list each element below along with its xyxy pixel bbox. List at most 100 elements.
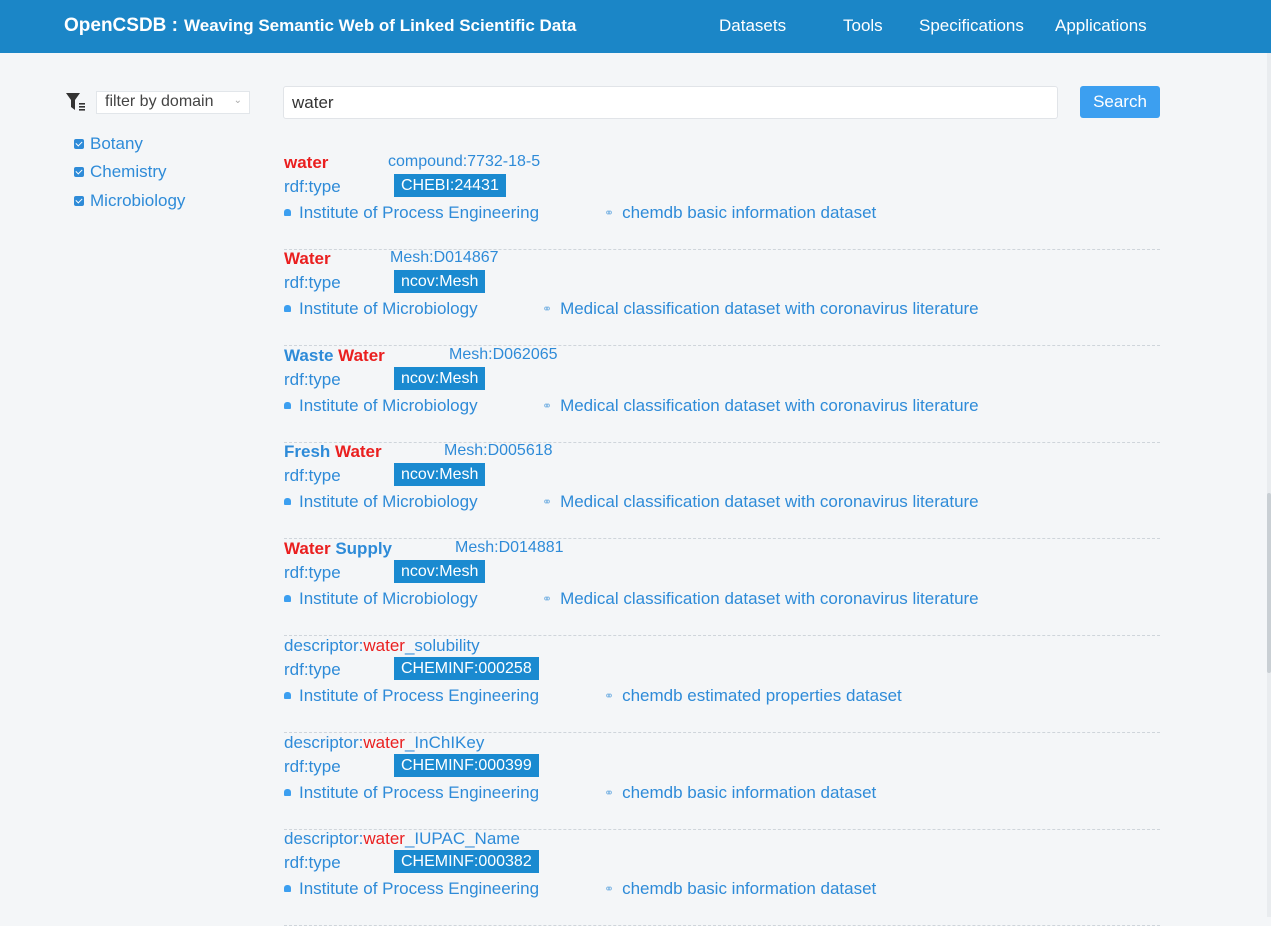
result-dataset-link[interactable]: ⚭ chemdb basic information dataset bbox=[604, 783, 876, 803]
result-title[interactable]: descriptor:water_InChIKey bbox=[284, 733, 484, 753]
search-button[interactable]: Search bbox=[1080, 86, 1160, 118]
institute-label: Institute of Microbiology bbox=[299, 492, 478, 511]
domain-filter-placeholder: filter by domain bbox=[105, 93, 214, 110]
result-id-link[interactable]: Mesh:D014867 bbox=[390, 249, 499, 267]
result-item: water compound:7732-18-5 rdf:type CHEBI:… bbox=[284, 153, 1160, 250]
result-institute-link[interactable]: Institute of Process Engineering bbox=[284, 879, 539, 899]
result-title[interactable]: Water Supply bbox=[284, 539, 392, 559]
nav-applications[interactable]: Applications bbox=[1055, 16, 1147, 36]
site-brand[interactable]: OpenCSDB : Weaving Semantic Web of Linked… bbox=[64, 15, 576, 37]
domain-checkbox-chemistry[interactable]: Chemistry bbox=[74, 162, 167, 182]
institute-icon bbox=[284, 305, 291, 312]
result-type-label: rdf:type bbox=[284, 660, 341, 679]
institute-icon bbox=[284, 885, 291, 892]
result-institute-link[interactable]: Institute of Microbiology bbox=[284, 299, 478, 319]
result-type-badge[interactable]: ncov:Mesh bbox=[394, 560, 486, 583]
nav-tools[interactable]: Tools bbox=[843, 16, 883, 36]
result-institute-link[interactable]: Institute of Microbiology bbox=[284, 396, 478, 416]
title-part: Water bbox=[338, 346, 385, 365]
dataset-label: Medical classification dataset with coro… bbox=[560, 492, 979, 511]
result-title[interactable]: Waste Water bbox=[284, 346, 385, 366]
result-type-badge[interactable]: CHEMINF:000382 bbox=[394, 850, 539, 873]
chevron-down-icon: ⌄ bbox=[233, 95, 242, 106]
result-institute-link[interactable]: Institute of Process Engineering bbox=[284, 203, 539, 223]
institute-label: Institute of Process Engineering bbox=[299, 203, 540, 222]
result-dataset-link[interactable]: ⚭ Medical classification dataset with cor… bbox=[542, 396, 979, 416]
result-id-link[interactable]: Mesh:D014881 bbox=[455, 539, 564, 557]
title-part: water bbox=[284, 153, 329, 172]
domain-filter-select[interactable]: filter by domain ⌄ bbox=[96, 91, 250, 114]
result-dataset-link[interactable]: ⚭ chemdb basic information dataset bbox=[604, 203, 876, 223]
result-dataset-link[interactable]: ⚭ chemdb estimated properties dataset bbox=[604, 686, 902, 706]
title-part: Waste bbox=[284, 346, 339, 365]
institute-icon bbox=[284, 402, 291, 409]
institute-icon bbox=[284, 498, 291, 505]
institute-icon bbox=[284, 595, 291, 602]
result-title[interactable]: Water bbox=[284, 249, 331, 269]
title-part: water bbox=[363, 733, 405, 752]
link-icon: ⚭ bbox=[542, 592, 553, 606]
result-title[interactable]: descriptor:water_solubility bbox=[284, 636, 480, 656]
result-id-link[interactable]: Mesh:D005618 bbox=[444, 442, 553, 460]
dataset-label: Medical classification dataset with coro… bbox=[560, 589, 979, 608]
result-dataset-link[interactable]: ⚭ chemdb basic information dataset bbox=[604, 879, 876, 899]
page-scrollbar[interactable] bbox=[1267, 53, 1271, 917]
link-icon: ⚭ bbox=[604, 689, 615, 703]
result-dataset-link[interactable]: ⚭ Medical classification dataset with cor… bbox=[542, 589, 979, 609]
result-type-badge[interactable]: CHEMINF:000399 bbox=[394, 754, 539, 777]
result-type-label: rdf:type bbox=[284, 273, 341, 292]
result-item: descriptor:water_IUPAC_Name rdf:type CHE… bbox=[284, 829, 1160, 926]
result-item: Water Mesh:D014867 rdf:type ncov:Mesh In… bbox=[284, 249, 1160, 346]
institute-label: Institute of Process Engineering bbox=[299, 879, 540, 898]
domain-checkbox-microbiology[interactable]: Microbiology bbox=[74, 191, 185, 211]
nav-specifications[interactable]: Specifications bbox=[919, 16, 1024, 36]
institute-icon bbox=[284, 789, 291, 796]
domain-label: Chemistry bbox=[90, 162, 167, 181]
domain-label: Botany bbox=[90, 134, 143, 153]
result-item: descriptor:water_solubility rdf:type CHE… bbox=[284, 636, 1160, 733]
link-icon: ⚭ bbox=[542, 302, 553, 316]
title-part: descriptor: bbox=[284, 829, 364, 848]
title-part: Fresh bbox=[284, 442, 336, 461]
title-part: descriptor: bbox=[284, 636, 364, 655]
result-type-badge[interactable]: ncov:Mesh bbox=[394, 463, 486, 486]
result-type-badge[interactable]: ncov:Mesh bbox=[394, 270, 486, 293]
result-title[interactable]: descriptor:water_IUPAC_Name bbox=[284, 829, 520, 849]
institute-label: Institute of Microbiology bbox=[299, 589, 478, 608]
result-id-link[interactable]: compound:7732-18-5 bbox=[388, 153, 540, 171]
link-icon: ⚭ bbox=[604, 206, 615, 220]
link-icon: ⚭ bbox=[604, 786, 615, 800]
result-dataset-link[interactable]: ⚭ Medical classification dataset with cor… bbox=[542, 299, 979, 319]
result-type-badge[interactable]: CHEBI:24431 bbox=[394, 174, 506, 197]
institute-label: Institute of Microbiology bbox=[299, 396, 478, 415]
result-type-label: rdf:type bbox=[284, 757, 341, 776]
institute-label: Institute of Process Engineering bbox=[299, 686, 540, 705]
domain-label: Microbiology bbox=[90, 191, 186, 210]
result-institute-link[interactable]: Institute of Process Engineering bbox=[284, 686, 539, 706]
result-institute-link[interactable]: Institute of Microbiology bbox=[284, 589, 478, 609]
scrollbar-thumb[interactable] bbox=[1267, 493, 1271, 673]
title-part: _InChIKey bbox=[404, 733, 485, 752]
result-item: Waste Water Mesh:D062065 rdf:type ncov:M… bbox=[284, 346, 1160, 443]
result-id-link[interactable]: Mesh:D062065 bbox=[449, 346, 558, 364]
result-institute-link[interactable]: Institute of Process Engineering bbox=[284, 783, 539, 803]
result-type-badge[interactable]: CHEMINF:000258 bbox=[394, 657, 539, 680]
result-title[interactable]: water bbox=[284, 153, 328, 173]
result-type-badge[interactable]: ncov:Mesh bbox=[394, 367, 486, 390]
result-type-label: rdf:type bbox=[284, 563, 341, 582]
top-navbar: OpenCSDB : Weaving Semantic Web of Linked… bbox=[0, 0, 1271, 53]
nav-datasets[interactable]: Datasets bbox=[719, 16, 786, 36]
result-dataset-link[interactable]: ⚭ Medical classification dataset with cor… bbox=[542, 492, 979, 512]
title-part: water bbox=[363, 636, 405, 655]
institute-label: Institute of Microbiology bbox=[299, 299, 478, 318]
title-part: water bbox=[363, 829, 405, 848]
domain-checkbox-botany[interactable]: Botany bbox=[74, 134, 143, 154]
institute-icon bbox=[284, 692, 291, 699]
checkbox-icon bbox=[74, 139, 84, 149]
result-type-label: rdf:type bbox=[284, 177, 341, 196]
search-input[interactable] bbox=[283, 86, 1058, 119]
result-title[interactable]: Fresh Water bbox=[284, 442, 382, 462]
brand-name[interactable]: OpenCSDB : bbox=[64, 15, 178, 36]
brand-tagline: Weaving Semantic Web of Linked Scientifi… bbox=[184, 16, 577, 35]
result-institute-link[interactable]: Institute of Microbiology bbox=[284, 492, 478, 512]
